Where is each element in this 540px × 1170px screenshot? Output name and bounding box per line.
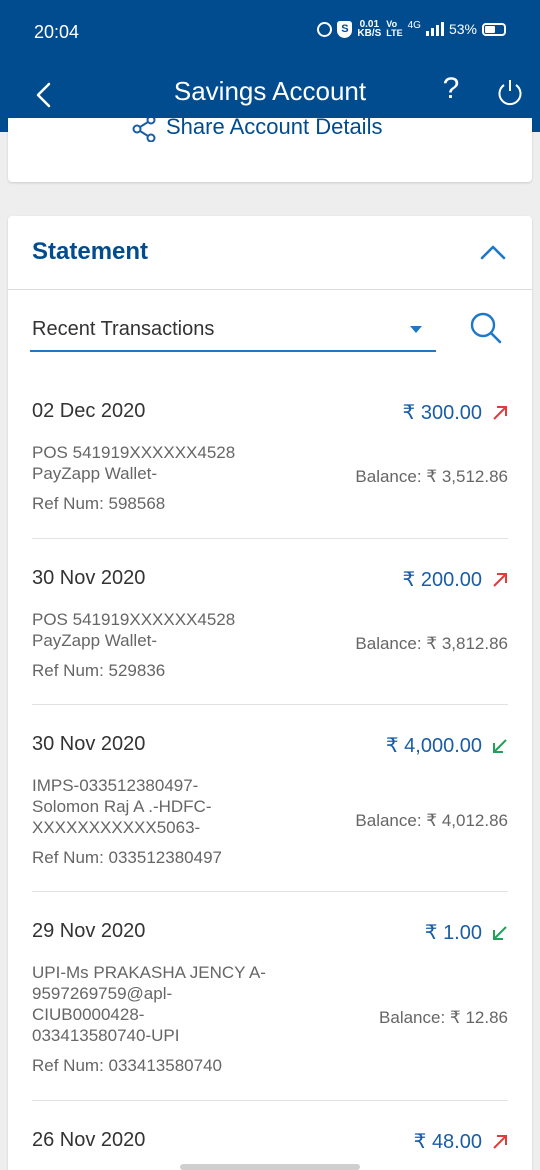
transaction-ref-number: Ref Num: 529836	[32, 661, 166, 680]
transaction-row[interactable]: 02 Dec 2020 ₹ 300.00 POS 541919XXXXXX4528 P…	[32, 400, 508, 539]
status-icons: S 0.01 KB/S Vo LTE 4G 53%	[317, 20, 506, 39]
transaction-ref-number: Ref Num: 598568	[32, 494, 166, 513]
chevron-up-icon[interactable]	[478, 240, 508, 264]
network-type: 4G	[407, 20, 421, 31]
transaction-description-line: PayZapp Wallet-	[32, 464, 158, 483]
power-icon[interactable]	[494, 76, 526, 108]
status-bar: 20:04 S 0.01 KB/S Vo LTE 4G 53%	[0, 0, 540, 62]
home-indicator[interactable]	[180, 1164, 360, 1170]
transaction-description-line: POS 541919XXXXXX4528	[32, 443, 236, 462]
battery-icon	[482, 22, 506, 36]
transaction-amount-value: ₹ 4,000.00	[385, 735, 482, 757]
transaction-description-line: IMPS-033512380497-	[32, 776, 199, 795]
transaction-filter-dropdown[interactable]: Recent Transactions	[30, 312, 436, 352]
debit-arrow-icon	[493, 405, 507, 420]
status-time: 20:04	[34, 22, 80, 42]
transaction-date: 30 Nov 2020	[32, 567, 146, 589]
transaction-description-line: 033413580740-UPI	[32, 1026, 180, 1045]
transaction-date: 26 Nov 2020	[32, 1129, 146, 1151]
network-speed-unit: KB/S	[357, 28, 382, 39]
transaction-balance: Balance: ₹ 4,012.86	[355, 810, 508, 830]
transaction-description-line: Solomon Raj A .-HDFC-	[32, 797, 212, 816]
transaction-amount: ₹ 1.00	[425, 920, 508, 945]
transaction-description-line: PayZapp Wallet-	[32, 631, 158, 650]
shield-icon: S	[337, 20, 353, 38]
transaction-amount-value: ₹ 1.00	[424, 922, 482, 944]
transaction-row[interactable]: 30 Nov 2020 ₹ 200.00 POS 541919XXXXXX4528 P…	[32, 567, 508, 705]
transaction-amount: ₹ 4,000.00	[386, 733, 508, 758]
transaction-amount: ₹ 300.00	[403, 400, 508, 425]
credit-arrow-icon	[493, 738, 507, 753]
transaction-description: POS 541919XXXXXX4528 PayZapp Wallet-	[32, 442, 282, 484]
transaction-amount-value: ₹ 48.00	[413, 1131, 482, 1153]
transaction-date: 02 Dec 2020	[32, 400, 146, 422]
transaction-date: 30 Nov 2020	[32, 733, 146, 755]
transaction-amount-value: ₹ 200.00	[402, 569, 482, 591]
transaction-description: POS 541919XXXXXX4528 PayZapp Wallet-	[32, 609, 282, 651]
signal-icon	[425, 22, 444, 36]
share-icon	[132, 118, 156, 142]
debit-arrow-icon	[493, 1134, 507, 1149]
transaction-description-line: CIUB0000428-	[32, 1005, 145, 1024]
statement-header[interactable]: Statement	[8, 216, 532, 290]
transaction-ref-number: Ref Num: 033413580740	[32, 1056, 222, 1075]
transaction-date: 29 Nov 2020	[32, 920, 146, 942]
volte-indicator: Vo LTE	[386, 20, 402, 38]
transaction-row[interactable]: 29 Nov 2020 ₹ 1.00 UPI-Ms PRAKASHA JENCY A…	[32, 920, 508, 1101]
share-account-card[interactable]: Share Account Details	[8, 118, 532, 182]
share-account-row[interactable]: Share Account Details	[132, 118, 382, 142]
filter-value: Recent Transactions	[32, 318, 215, 340]
statement-title: Statement	[32, 238, 149, 265]
transaction-description-line: POS 541919XXXXXX4528	[32, 610, 236, 629]
transaction-row[interactable]: 30 Nov 2020 ₹ 4,000.00 IMPS-033512380497- S…	[32, 733, 508, 892]
dropdown-caret-icon	[410, 326, 422, 333]
battery-percent: 53%	[448, 21, 477, 37]
transaction-ref-number: Ref Num: 033512380497	[32, 848, 222, 867]
transaction-balance: Balance: ₹ 12.86	[379, 1008, 508, 1027]
statement-card: Statement Recent Transactions 02 Dec 202…	[8, 216, 532, 1170]
network-speed: 0.01 KB/S	[357, 20, 382, 39]
transaction-balance: Balance: ₹ 3,512.86	[355, 467, 508, 486]
debit-arrow-icon	[493, 572, 507, 587]
alarm-icon	[317, 21, 333, 37]
transaction-description: IMPS-033512380497- Solomon Raj A .-HDFC- X…	[32, 775, 282, 838]
transaction-amount-value: ₹ 300.00	[402, 402, 482, 424]
transaction-description-line: UPI-Ms PRAKASHA JENCY A-	[32, 963, 266, 982]
share-account-label: Share Account Details	[166, 118, 383, 139]
transaction-amount: ₹ 48.00	[414, 1129, 508, 1154]
transaction-amount: ₹ 200.00	[403, 567, 508, 592]
search-icon[interactable]	[468, 310, 504, 346]
transaction-description: UPI-Ms PRAKASHA JENCY A- 9597269759@apl- C…	[32, 962, 282, 1046]
transaction-description-line: XXXXXXXXXXX5063-	[32, 818, 201, 837]
volte-bottom: LTE	[386, 28, 403, 38]
credit-arrow-icon	[493, 925, 507, 940]
transaction-description-line: 9597269759@apl-	[32, 984, 173, 1003]
help-button[interactable]: ?	[436, 72, 466, 106]
transaction-balance: Balance: ₹ 3,812.86	[355, 634, 508, 653]
